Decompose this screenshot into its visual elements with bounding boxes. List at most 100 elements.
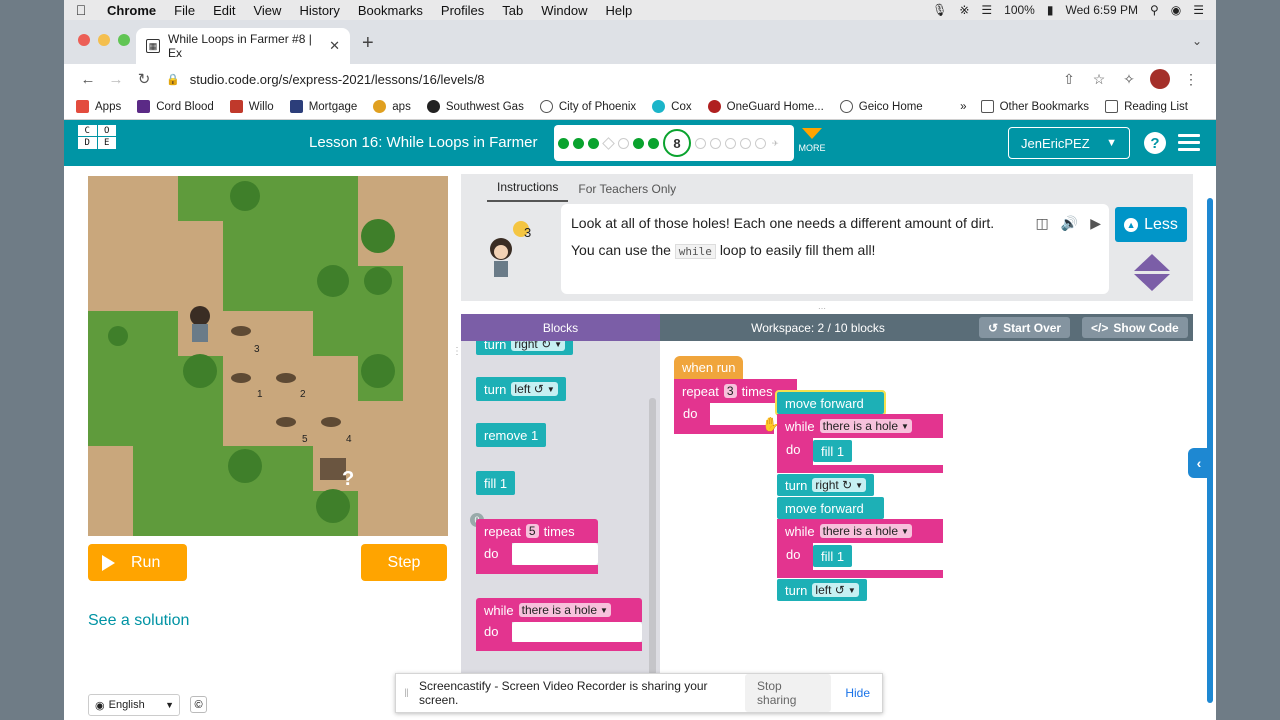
text-to-speech-icon[interactable]: ◫ xyxy=(1036,212,1049,234)
direction-dropdown[interactable]: left ↺ ▼ xyxy=(812,583,859,597)
menu-tab[interactable]: Tab xyxy=(493,3,532,18)
level-bubble-complete[interactable] xyxy=(573,137,584,149)
forward-icon[interactable]: → xyxy=(102,71,130,88)
menu-bookmarks[interactable]: Bookmarks xyxy=(349,3,432,18)
menu-file[interactable]: File xyxy=(165,3,204,18)
tab-instructions[interactable]: Instructions xyxy=(487,180,569,202)
control-center-icon[interactable]: ☰ xyxy=(1193,3,1204,17)
tab-for-teachers-only[interactable]: For Teachers Only xyxy=(568,182,686,202)
step-button[interactable]: Step xyxy=(361,544,447,581)
spotlight-search-icon[interactable]: ⚲ xyxy=(1150,3,1159,17)
language-select[interactable]: ◉ English ▼ xyxy=(88,694,180,716)
battery-percent[interactable]: 100% xyxy=(1004,3,1035,17)
bookmark-oneguard[interactable]: OneGuard Home... xyxy=(707,100,824,113)
menu-profiles[interactable]: Profiles xyxy=(432,3,493,18)
level-bubble-complete[interactable] xyxy=(558,137,569,149)
level-bubble-current[interactable]: 8 xyxy=(663,129,691,157)
bookmark-mortgage[interactable]: Mortgage xyxy=(289,100,357,113)
reload-icon[interactable]: ↻ xyxy=(130,70,158,88)
more-progress-button[interactable]: MORE xyxy=(797,126,827,153)
block-fill[interactable]: fill 1 xyxy=(813,545,853,567)
bluetooth-icon[interactable]: ※ xyxy=(959,3,969,17)
drag-handle-icon[interactable]: ‖ xyxy=(404,686,409,700)
reading-list[interactable]: Reading List xyxy=(1105,100,1188,113)
battery-icon[interactable]: ▮ xyxy=(1047,3,1054,17)
extensions-puzzle-icon[interactable]: ✧ xyxy=(1114,71,1144,88)
toolbox-block-fill[interactable]: fill 1 xyxy=(476,471,516,495)
new-tab-icon[interactable]: + xyxy=(362,32,374,55)
block-turn-right[interactable]: turn right ↻ ▼ xyxy=(777,474,875,496)
menu-window[interactable]: Window xyxy=(532,3,596,18)
level-bubble-diamond[interactable] xyxy=(602,136,615,150)
block-fill[interactable]: fill 1 xyxy=(813,440,853,462)
back-icon[interactable]: ← xyxy=(74,71,102,88)
bookmark-willo[interactable]: Willo xyxy=(229,100,274,113)
menubar-clock[interactable]: Wed 6:59 PM xyxy=(1065,3,1137,17)
toolbox-scrollbar[interactable] xyxy=(649,398,656,675)
zoom-window-button[interactable] xyxy=(118,34,130,46)
toolbox-block-turn-right[interactable]: turn right ↻ ▼ xyxy=(476,341,574,355)
help-icon[interactable]: ? xyxy=(1144,132,1166,154)
block-move-forward[interactable]: move forward xyxy=(777,497,884,519)
code-org-logo[interactable]: C O D E xyxy=(78,125,116,161)
while-block-header[interactable]: while there is a hole ▼ xyxy=(476,598,642,622)
menu-edit[interactable]: Edit xyxy=(204,3,244,18)
block-move-forward[interactable]: move forward xyxy=(775,390,886,416)
run-button[interactable]: Run xyxy=(88,544,187,581)
level-bubble-complete[interactable] xyxy=(633,137,644,149)
minimize-window-button[interactable] xyxy=(98,34,110,46)
level-bubble[interactable] xyxy=(755,137,766,149)
url-field[interactable]: 🔒 studio.code.org/s/express-2021/lessons… xyxy=(166,66,1054,92)
lesson-title[interactable]: Lesson 16: While Loops in Farmer xyxy=(309,134,537,151)
level-bubble[interactable] xyxy=(618,137,629,149)
direction-dropdown[interactable]: right ↻ ▼ xyxy=(511,341,566,351)
user-menu-button[interactable]: JenEricPEZ ▼ xyxy=(1008,127,1130,159)
less-button[interactable]: ▲ Less xyxy=(1115,207,1187,242)
profile-avatar[interactable] xyxy=(1150,69,1170,89)
wifi-icon[interactable]: ☰ xyxy=(981,3,992,17)
microphone-icon[interactable]: 🎙 xyxy=(932,3,947,17)
bookmark-aps[interactable]: aps xyxy=(373,100,411,113)
copyright-button[interactable]: © xyxy=(190,696,207,713)
repeat-count-field[interactable]: 5 xyxy=(525,524,539,538)
menu-history[interactable]: History xyxy=(290,3,348,18)
siri-icon[interactable]: ◉ xyxy=(1171,3,1181,17)
level-bubble-challenge-icon[interactable]: ✈ xyxy=(772,139,779,148)
apple-icon[interactable]:  xyxy=(64,2,98,18)
kebab-menu-icon[interactable]: ⋮ xyxy=(1176,71,1206,88)
condition-dropdown[interactable]: there is a hole ▼ xyxy=(819,524,912,538)
bookmark-geico[interactable]: Geico Home xyxy=(839,100,923,113)
when-run-block[interactable]: when run xyxy=(674,356,744,379)
level-bubble-complete[interactable] xyxy=(588,137,599,149)
bookmark-star-icon[interactable]: ☆ xyxy=(1084,71,1114,88)
condition-dropdown[interactable]: there is a hole ▼ xyxy=(819,419,912,433)
block-turn-left[interactable]: turn left ↺ ▼ xyxy=(777,579,867,601)
toolbox-block-remove[interactable]: remove 1 xyxy=(476,423,547,447)
repeat-block-header[interactable]: repeat 5 times xyxy=(476,519,598,543)
collapse-panel-chevron-icon[interactable]: ‹ xyxy=(1188,448,1210,478)
tab-search-chevron-icon[interactable]: ⌄ xyxy=(1192,34,1202,48)
see-solution-link[interactable]: See a solution xyxy=(88,612,189,630)
toolbox-block-turn-left[interactable]: turn left ↺ ▼ xyxy=(476,377,566,401)
start-over-button[interactable]: ↺ Start Over xyxy=(979,317,1071,338)
level-bubble[interactable] xyxy=(725,137,736,149)
horizontal-resize-handle[interactable]: ⋯ xyxy=(818,304,827,313)
browser-tab-active[interactable]: ▦ While Loops in Farmer #8 | Ex ✕ xyxy=(136,28,350,64)
menu-app-name[interactable]: Chrome xyxy=(98,3,165,18)
close-window-button[interactable] xyxy=(78,34,90,46)
hamburger-menu-icon[interactable] xyxy=(1178,134,1200,155)
direction-dropdown[interactable]: left ↺ ▼ xyxy=(511,382,558,396)
menu-help[interactable]: Help xyxy=(597,3,642,18)
speaker-icon[interactable]: 🔊 xyxy=(1061,212,1078,234)
while-block-header[interactable]: while there is a hole ▼ xyxy=(777,519,943,543)
lock-icon[interactable]: 🔒 xyxy=(166,73,180,86)
other-bookmarks[interactable]: Other Bookmarks xyxy=(980,100,1089,113)
hide-button[interactable]: Hide xyxy=(841,681,874,705)
bookmark-cox[interactable]: Cox xyxy=(652,100,692,113)
while-block-header[interactable]: while there is a hole ▼ xyxy=(777,414,943,438)
stop-sharing-button[interactable]: Stop sharing xyxy=(745,674,832,712)
share-icon[interactable]: ⇧ xyxy=(1054,71,1084,88)
condition-dropdown[interactable]: there is a hole ▼ xyxy=(518,603,611,617)
direction-dropdown[interactable]: right ↻ ▼ xyxy=(812,478,867,492)
bookmark-southwest-gas[interactable]: Southwest Gas xyxy=(426,100,524,113)
